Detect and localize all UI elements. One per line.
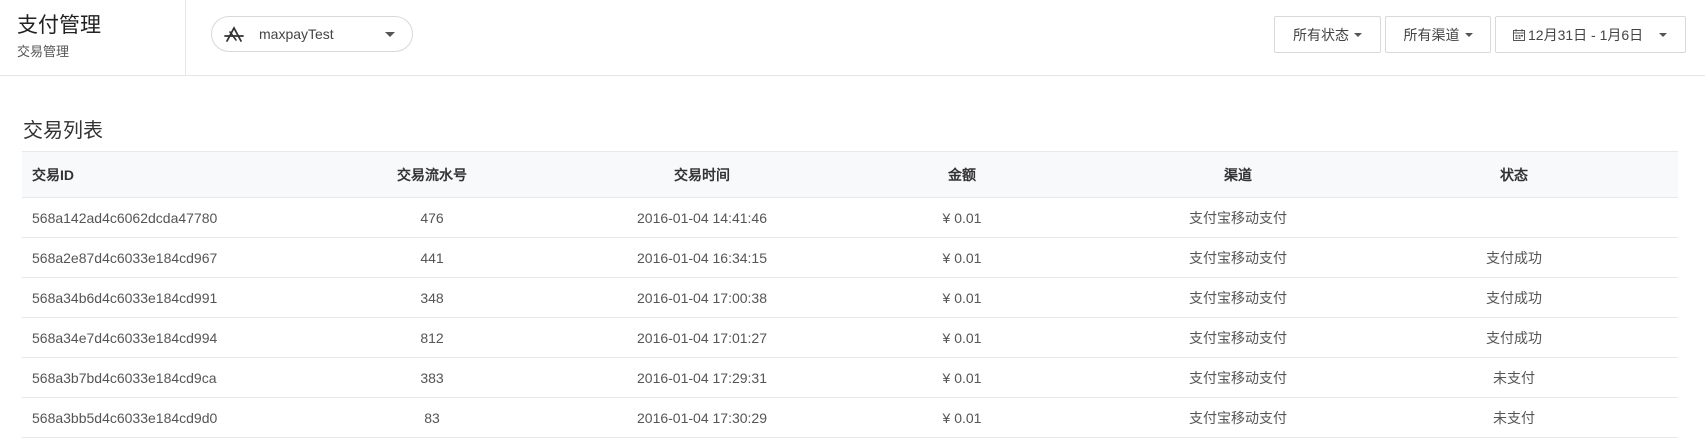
cell-channel: 支付宝移动支付 <box>1189 209 1287 226</box>
page-title: 支付管理 <box>17 14 101 37</box>
calendar-icon <box>1513 28 1525 41</box>
cell-amount: ¥ 0.01 <box>942 209 982 226</box>
channel-filter-label: 所有渠道 <box>1403 26 1460 43</box>
cell-channel: 支付宝移动支付 <box>1189 409 1287 426</box>
app-name: maxpayTest <box>259 26 334 42</box>
table-row[interactable]: 568a142ad4c6062dcda47780 476 2016-01-04 14… <box>22 198 1678 238</box>
cell-serial: 812 <box>420 329 444 346</box>
cell-serial: 83 <box>424 409 440 426</box>
cell-id: 568a3bb5d4c6033e184cd9d0 <box>32 409 218 426</box>
cell-time: 2016-01-04 14:41:46 <box>637 209 767 226</box>
channel-filter-dropdown[interactable]: 所有渠道 <box>1385 16 1491 53</box>
cell-time: 2016-01-04 17:30:29 <box>637 409 767 426</box>
cell-amount: ¥ 0.01 <box>942 369 982 386</box>
cell-status: 支付成功 <box>1486 249 1542 266</box>
cell-amount: ¥ 0.01 <box>942 249 982 266</box>
cell-serial: 383 <box>420 369 444 386</box>
app-selector[interactable]: maxpayTest <box>211 16 413 52</box>
page-title-block: 支付管理 交易管理 <box>0 0 186 76</box>
chevron-down-icon <box>1464 32 1473 37</box>
cell-id: 568a3b7bd4c6033e184cd9ca <box>32 369 217 386</box>
cell-id: 568a142ad4c6062dcda47780 <box>32 209 218 226</box>
cell-channel: 支付宝移动支付 <box>1189 329 1287 346</box>
chevron-down-icon <box>385 31 395 37</box>
table-row[interactable]: 568a2e87d4c6033e184cd967 441 2016-01-04 16… <box>22 238 1678 278</box>
chevron-down-icon <box>1354 32 1362 37</box>
page-subtitle: 交易管理 <box>17 44 70 59</box>
cell-id: 568a2e87d4c6033e184cd967 <box>32 249 218 266</box>
cell-id: 568a34b6d4c6033e184cd991 <box>32 289 218 306</box>
date-range-label: 12月31日 - 1月6日 <box>1528 26 1644 43</box>
column-header-channel[interactable]: 渠道 <box>1062 165 1414 185</box>
column-header-status[interactable]: 状态 <box>1414 165 1614 185</box>
table-row[interactable]: 568a34b6d4c6033e184cd991 348 2016-01-04 17… <box>22 278 1678 318</box>
cell-status: 未支付 <box>1493 409 1535 426</box>
column-header-serial[interactable]: 交易流水号 <box>322 165 542 185</box>
chevron-down-icon <box>1659 32 1667 37</box>
app-store-icon <box>224 26 244 42</box>
cell-amount: ¥ 0.01 <box>942 409 982 426</box>
table-header-row: 交易ID 交易流水号 交易时间 金额 渠道 状态 <box>22 152 1678 198</box>
table-row[interactable]: 568a3bb5d4c6033e184cd9d0 83 2016-01-04 17:… <box>22 398 1678 438</box>
cell-serial: 348 <box>420 289 444 306</box>
column-header-id[interactable]: 交易ID <box>22 165 322 185</box>
column-header-time[interactable]: 交易时间 <box>542 165 862 185</box>
cell-channel: 支付宝移动支付 <box>1189 289 1287 306</box>
cell-status: 未支付 <box>1493 369 1535 386</box>
cell-status: 支付成功 <box>1486 329 1542 346</box>
cell-time: 2016-01-04 17:00:38 <box>637 289 767 306</box>
cell-time: 2016-01-04 17:01:27 <box>637 329 767 346</box>
cell-serial: 476 <box>420 209 444 226</box>
cell-channel: 支付宝移动支付 <box>1189 369 1287 386</box>
cell-time: 2016-01-04 17:29:31 <box>637 369 767 386</box>
transactions-table: 交易ID 交易流水号 交易时间 金额 渠道 状态 568a142ad4c6062… <box>22 151 1678 438</box>
cell-channel: 支付宝移动支付 <box>1189 249 1287 266</box>
section-title: 交易列表 <box>23 120 103 142</box>
table-row[interactable]: 568a34e7d4c6033e184cd994 812 2016-01-04 17… <box>22 318 1678 358</box>
cell-amount: ¥ 0.01 <box>942 329 982 346</box>
top-header: 支付管理 交易管理 maxpayTest 所有状态 所有渠道 12月31日 - … <box>0 0 1705 76</box>
cell-serial: 441 <box>420 249 444 266</box>
cell-status: 支付成功 <box>1486 289 1542 306</box>
table-body: 568a142ad4c6062dcda47780 476 2016-01-04 14… <box>22 198 1678 438</box>
cell-amount: ¥ 0.01 <box>942 289 982 306</box>
date-range-picker[interactable]: 12月31日 - 1月6日 <box>1495 16 1686 53</box>
status-filter-label: 所有状态 <box>1293 26 1349 43</box>
cell-id: 568a34e7d4c6033e184cd994 <box>32 329 218 346</box>
status-filter-dropdown[interactable]: 所有状态 <box>1274 16 1381 53</box>
table-row[interactable]: 568a3b7bd4c6033e184cd9ca 383 2016-01-04 17… <box>22 358 1678 398</box>
column-header-amount[interactable]: 金额 <box>862 165 1062 185</box>
cell-time: 2016-01-04 16:34:15 <box>637 249 767 266</box>
